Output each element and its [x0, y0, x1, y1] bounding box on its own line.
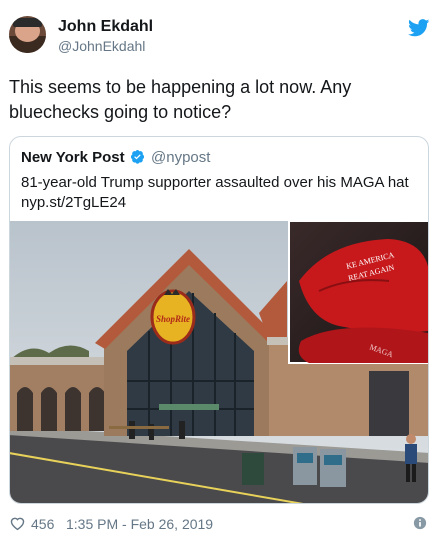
author-display-name[interactable]: John Ekdahl — [58, 18, 153, 36]
like-count[interactable]: 456 — [31, 516, 54, 532]
tweet-footer: 456 1:35 PM - Feb 26, 2019 — [9, 514, 429, 534]
author-handle[interactable]: @JohnEkdahl — [58, 38, 145, 54]
trash-can — [242, 453, 264, 485]
verified-badge-icon — [130, 149, 145, 164]
maga-hat-inset: KE AMERICA REAT AGAIN MAGA — [288, 221, 428, 364]
info-icon[interactable] — [413, 516, 427, 530]
tweet-text: This seems to be happening a lot now. An… — [9, 77, 352, 122]
heart-icon[interactable] — [9, 515, 26, 531]
quoted-tweet-text: 81-year-old Trump supporter assaulted ov… — [21, 174, 409, 211]
avatar[interactable] — [9, 16, 46, 53]
twitter-bird-icon[interactable] — [408, 19, 430, 37]
recycle-bin — [293, 447, 317, 485]
quoted-tweet-card[interactable]: New York Post @nypost 81-year-old Trump … — [9, 136, 429, 504]
tweet-timestamp[interactable]: 1:35 PM - Feb 26, 2019 — [66, 516, 213, 532]
canopy — [159, 404, 219, 410]
store-sign-text: ShopRite — [156, 314, 190, 324]
quoted-display-name[interactable]: New York Post — [21, 149, 125, 166]
news-photo[interactable]: ShopRite KE AMERICA REAT AGAIN MAGA — [9, 221, 429, 504]
quoted-handle[interactable]: @nypost — [151, 149, 210, 166]
recycle-bin-2 — [320, 449, 346, 487]
